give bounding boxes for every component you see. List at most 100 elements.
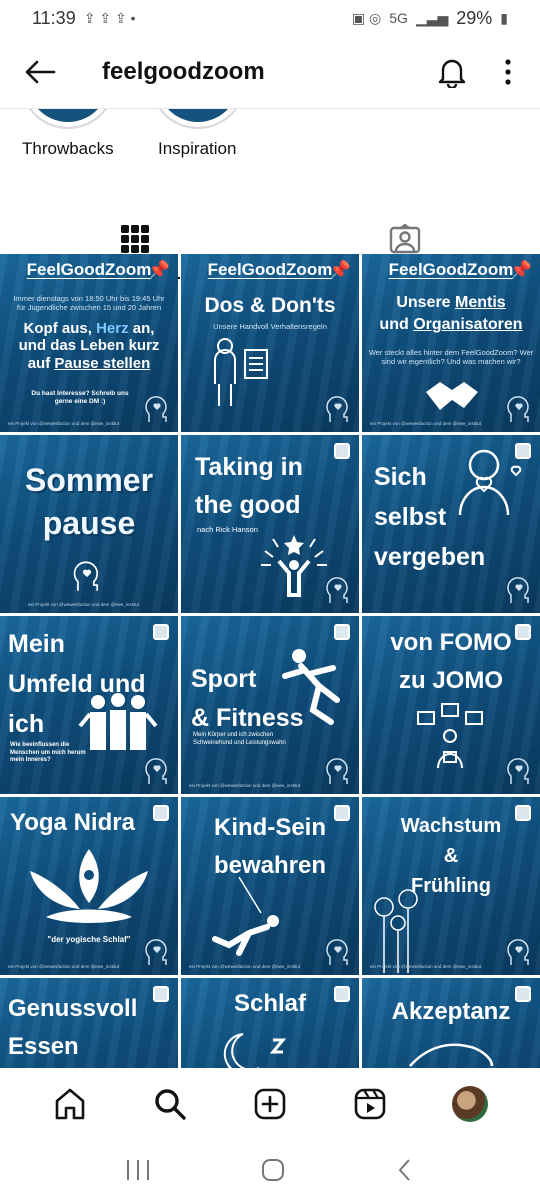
back-button[interactable]	[20, 52, 60, 92]
posts-grid: FeelGoodZoom 📌 Immer dienstags von 18:50…	[0, 254, 540, 1156]
post-tile[interactable]: FeelGoodZoom 📌 Immer dienstags von 18:50…	[0, 254, 178, 432]
post-tile[interactable]: FeelGoodZoom 📌 Dos & Don'ts Unsere Handv…	[181, 254, 359, 432]
moon-icon	[223, 1033, 287, 1070]
post-tile[interactable]: Kind-Sein bewahren ein Projekt von @wewes…	[181, 797, 359, 975]
head-heart-icon	[145, 396, 167, 422]
battery-icon: ▮	[500, 9, 508, 26]
notifications-button[interactable]	[432, 52, 472, 92]
nav-search[interactable]	[148, 1082, 192, 1126]
pin-icon: 📌	[328, 260, 351, 280]
post-subtitle: Wer steckt alles hinter dem FeelGoodZoom…	[368, 348, 534, 367]
post-tile[interactable]: Wachstum & Frühling ein Projekt von @wewes…	[362, 797, 540, 975]
bars-icon: ▁▃▅	[415, 9, 449, 26]
profile-username: feelgoodzoom	[102, 58, 265, 85]
bell-icon	[438, 59, 466, 88]
head-heart-icon	[507, 577, 529, 603]
nav-create[interactable]	[248, 1082, 292, 1126]
post-tile[interactable]: Sport & Fitness Mein Körper und ich zwisc…	[181, 616, 359, 794]
post-title: Akzeptanz	[391, 998, 511, 1025]
highlight-cover	[150, 109, 246, 129]
head-heart-icon	[145, 939, 167, 965]
post-title: Kind-Sein bewahren	[213, 814, 327, 880]
post-footer: ein Projekt von @wewesfaction und dem @e…	[8, 964, 119, 969]
post-footer: ein Projekt von @wewesfaction und dem @e…	[370, 964, 481, 969]
lotus-meditation-icon	[30, 849, 148, 923]
post-title: Dos & Don'ts	[204, 294, 336, 317]
post-footer: ein Projekt von @wewesfaction und dem @e…	[189, 964, 300, 969]
recent-apps-icon	[126, 1159, 149, 1180]
head-heart-icon	[507, 939, 529, 965]
post-tile[interactable]: von FOMO zu JOMO	[362, 616, 540, 794]
nav-profile[interactable]	[448, 1082, 492, 1126]
search-icon	[155, 1089, 186, 1120]
head-heart-icon	[326, 939, 348, 965]
highlight-label: Throwbacks	[22, 139, 114, 158]
post-footer: ein Projekt von @wewesfaction und dem @e…	[8, 421, 119, 426]
post-tile[interactable]: FeelGoodZoom 📌 Unsere Mentis und Organis…	[362, 254, 540, 432]
post-title: Schlaf	[233, 990, 307, 1017]
carousel-icon	[153, 624, 169, 640]
highlight-label: Inspiration	[158, 139, 237, 158]
signal-icon: ▣ ◎	[351, 9, 382, 26]
arrow-left-icon	[25, 60, 56, 84]
celebrating-person-icon	[261, 535, 327, 597]
head-heart-icon	[507, 758, 529, 784]
home-icon	[55, 1088, 85, 1120]
home-circle-icon	[261, 1158, 284, 1181]
add-icon	[254, 1088, 286, 1120]
nav-reels[interactable]	[348, 1082, 392, 1126]
presenter-icon	[214, 338, 268, 406]
carousel-icon	[334, 624, 350, 640]
grid-icon	[121, 225, 149, 253]
post-tile[interactable]: Mein Umfeld und ich Wie beeinflussen die M…	[0, 616, 178, 794]
post-tile[interactable]: Taking in the good nach Rick Hanson	[181, 435, 359, 613]
post-subtitle: Wie beeinflussen die Menschen um mich he…	[10, 742, 86, 763]
post-title: Yoga Nidra	[10, 809, 135, 836]
bottom-nav	[0, 1068, 540, 1140]
pin-icon: 📌	[509, 260, 532, 280]
more-options-button[interactable]	[496, 52, 520, 92]
recent-apps-button[interactable]	[125, 1158, 151, 1187]
network-label: 5G	[389, 10, 408, 26]
post-footer: ein Projekt von @wewesfaction und dem @e…	[370, 421, 481, 426]
app-header: feelgoodzoom	[0, 36, 540, 108]
tagged-icon	[389, 224, 421, 254]
home-system-button[interactable]	[260, 1157, 286, 1188]
swinging-child-icon	[212, 877, 279, 956]
avatar	[452, 1086, 488, 1122]
post-subtitle: Unsere Handvoll Verhaltensregeln	[213, 322, 327, 331]
self-hug-icon	[458, 449, 522, 516]
carousel-icon	[334, 443, 350, 459]
highlight-cover	[20, 109, 116, 129]
system-nav-bar	[0, 1140, 540, 1204]
post-cta: Du hast Interesse? Schreib uns gerne ein…	[31, 390, 129, 406]
carousel-icon	[153, 986, 169, 1002]
story-highlights: Throwbacks Inspiration	[0, 109, 540, 189]
post-subtitle: Mein Körper und ich zwischen Schweinehun…	[193, 732, 286, 746]
head-heart-icon	[326, 758, 348, 784]
post-title: Genussvoll Essen	[8, 995, 138, 1061]
status-bar: 11:39 ⇪ ⇪ ⇪ • ▣ ◎ 5G ▁▃▅ 29% ▮	[0, 0, 540, 36]
post-subtitle: nach Rick Hanson	[197, 525, 258, 534]
running-person-icon	[282, 649, 340, 725]
back-system-button[interactable]	[395, 1157, 415, 1188]
post-info: Immer dienstags von 18:50 Uhr bis 19:45 …	[13, 294, 165, 313]
head-heart-icon	[507, 396, 529, 422]
post-tile[interactable]: Yoga Nidra "der yogische Schlaf" ein Pro…	[0, 797, 178, 975]
head-heart-icon	[326, 396, 348, 422]
post-footer: ein Projekt von @wewesfaction und dem @e…	[28, 602, 139, 607]
carousel-icon	[153, 805, 169, 821]
post-title: Taking in the good	[195, 453, 303, 519]
head-heart-icon	[73, 561, 99, 591]
post-tile[interactable]: Sich selbst vergeben	[362, 435, 540, 613]
post-title: Kopf aus, Herz an, und das Leben kurz au…	[18, 320, 160, 372]
head-heart-icon	[326, 577, 348, 603]
open-hand-icon	[409, 1043, 494, 1067]
more-vertical-icon	[505, 59, 511, 85]
upload-icon: ⇪ ⇪ ⇪ •	[83, 9, 136, 26]
flowers-icon	[374, 889, 418, 973]
post-title: Unsere Mentis und Organisatoren	[379, 294, 523, 334]
head-heart-icon	[145, 758, 167, 784]
post-tile[interactable]: Sommer pause ein Projekt von @wewesfactio…	[0, 435, 178, 613]
nav-home[interactable]	[48, 1082, 92, 1126]
